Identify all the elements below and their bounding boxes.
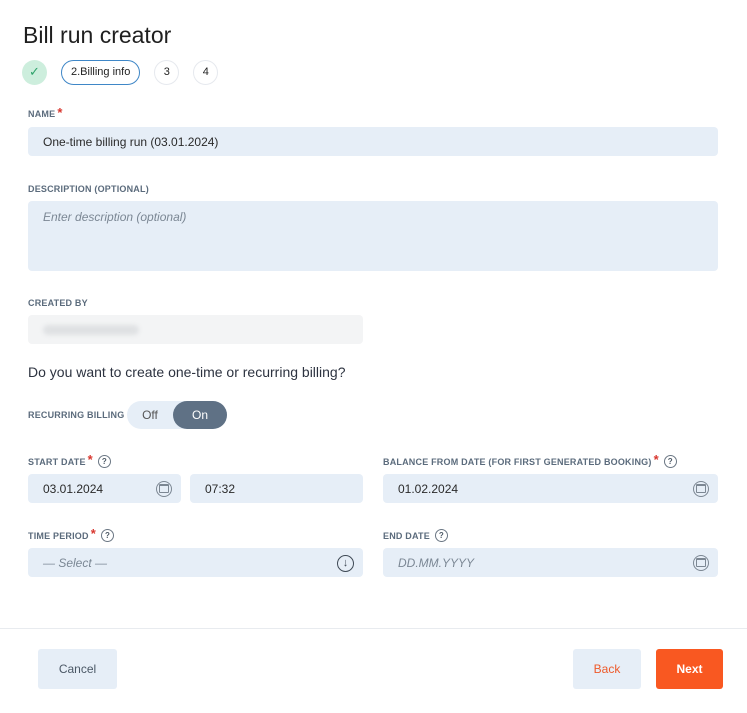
description-placeholder: Enter description (optional) xyxy=(43,210,187,224)
balance-from-date-value: 01.02.2024 xyxy=(398,481,459,496)
step-4[interactable]: 4 xyxy=(193,59,219,85)
recurring-billing-toggle[interactable]: Off On xyxy=(127,401,227,429)
end-date-input[interactable]: DD.MM.YYYY xyxy=(383,548,718,577)
created-by-redacted-value xyxy=(43,324,139,335)
required-marker: * xyxy=(90,526,96,541)
cancel-button[interactable]: Cancel xyxy=(38,649,117,689)
name-label: NAME * xyxy=(28,104,63,120)
calendar-icon[interactable] xyxy=(693,480,709,497)
start-time-value: 07:32 xyxy=(205,481,236,496)
start-date-input[interactable]: 03.01.2024 xyxy=(28,474,181,503)
back-button[interactable]: Back xyxy=(573,649,641,689)
start-time-input[interactable]: 07:32 xyxy=(190,474,363,503)
end-date-label: END DATE? xyxy=(383,529,448,542)
required-marker: * xyxy=(57,104,63,120)
help-icon[interactable]: ? xyxy=(434,529,448,542)
description-textarea[interactable]: Enter description (optional) xyxy=(28,201,718,271)
name-input[interactable]: One-time billing run (03.01.2024) xyxy=(28,127,718,156)
billing-type-question: Do you want to create one-time or recurr… xyxy=(28,364,346,380)
stepper: ✓ 2.Billing info 3 4 xyxy=(22,59,219,85)
required-marker: * xyxy=(87,452,93,467)
required-marker: * xyxy=(653,452,659,467)
time-period-select[interactable]: — Select — ↓ xyxy=(28,548,363,577)
name-input-value: One-time billing run (03.01.2024) xyxy=(43,134,219,149)
check-icon: ✓ xyxy=(29,64,40,79)
page-title: Bill run creator xyxy=(23,22,172,48)
step-3[interactable]: 3 xyxy=(154,59,180,85)
time-period-label: TIME PERIOD *? xyxy=(28,526,114,542)
step-1-completed[interactable]: ✓ xyxy=(22,59,47,85)
created-by-label: CREATED BY xyxy=(28,298,88,308)
start-date-label: START DATE *? xyxy=(28,452,111,468)
balance-from-date-label: BALANCE FROM DATE (FOR FIRST GENERATED B… xyxy=(383,452,677,468)
toggle-on-option[interactable]: On xyxy=(173,401,227,429)
step-2-active[interactable]: 2.Billing info xyxy=(61,59,141,85)
next-button[interactable]: Next xyxy=(656,649,723,689)
footer-divider xyxy=(0,628,747,629)
time-period-placeholder: — Select — xyxy=(43,555,108,570)
description-label: DESCRIPTION (OPTIONAL) xyxy=(28,184,149,194)
end-date-placeholder: DD.MM.YYYY xyxy=(398,555,475,570)
arrow-down-circle-icon[interactable]: ↓ xyxy=(337,554,354,572)
help-icon[interactable]: ? xyxy=(97,455,111,468)
calendar-icon[interactable] xyxy=(156,480,172,497)
toggle-off-option[interactable]: Off xyxy=(127,401,173,429)
calendar-icon[interactable] xyxy=(693,554,709,571)
help-icon[interactable]: ? xyxy=(663,455,677,468)
help-icon[interactable]: ? xyxy=(100,529,114,542)
created-by-field xyxy=(28,315,363,344)
balance-from-date-input[interactable]: 01.02.2024 xyxy=(383,474,718,503)
start-date-value: 03.01.2024 xyxy=(43,481,104,496)
recurring-billing-label: RECURRING BILLING xyxy=(28,410,125,420)
